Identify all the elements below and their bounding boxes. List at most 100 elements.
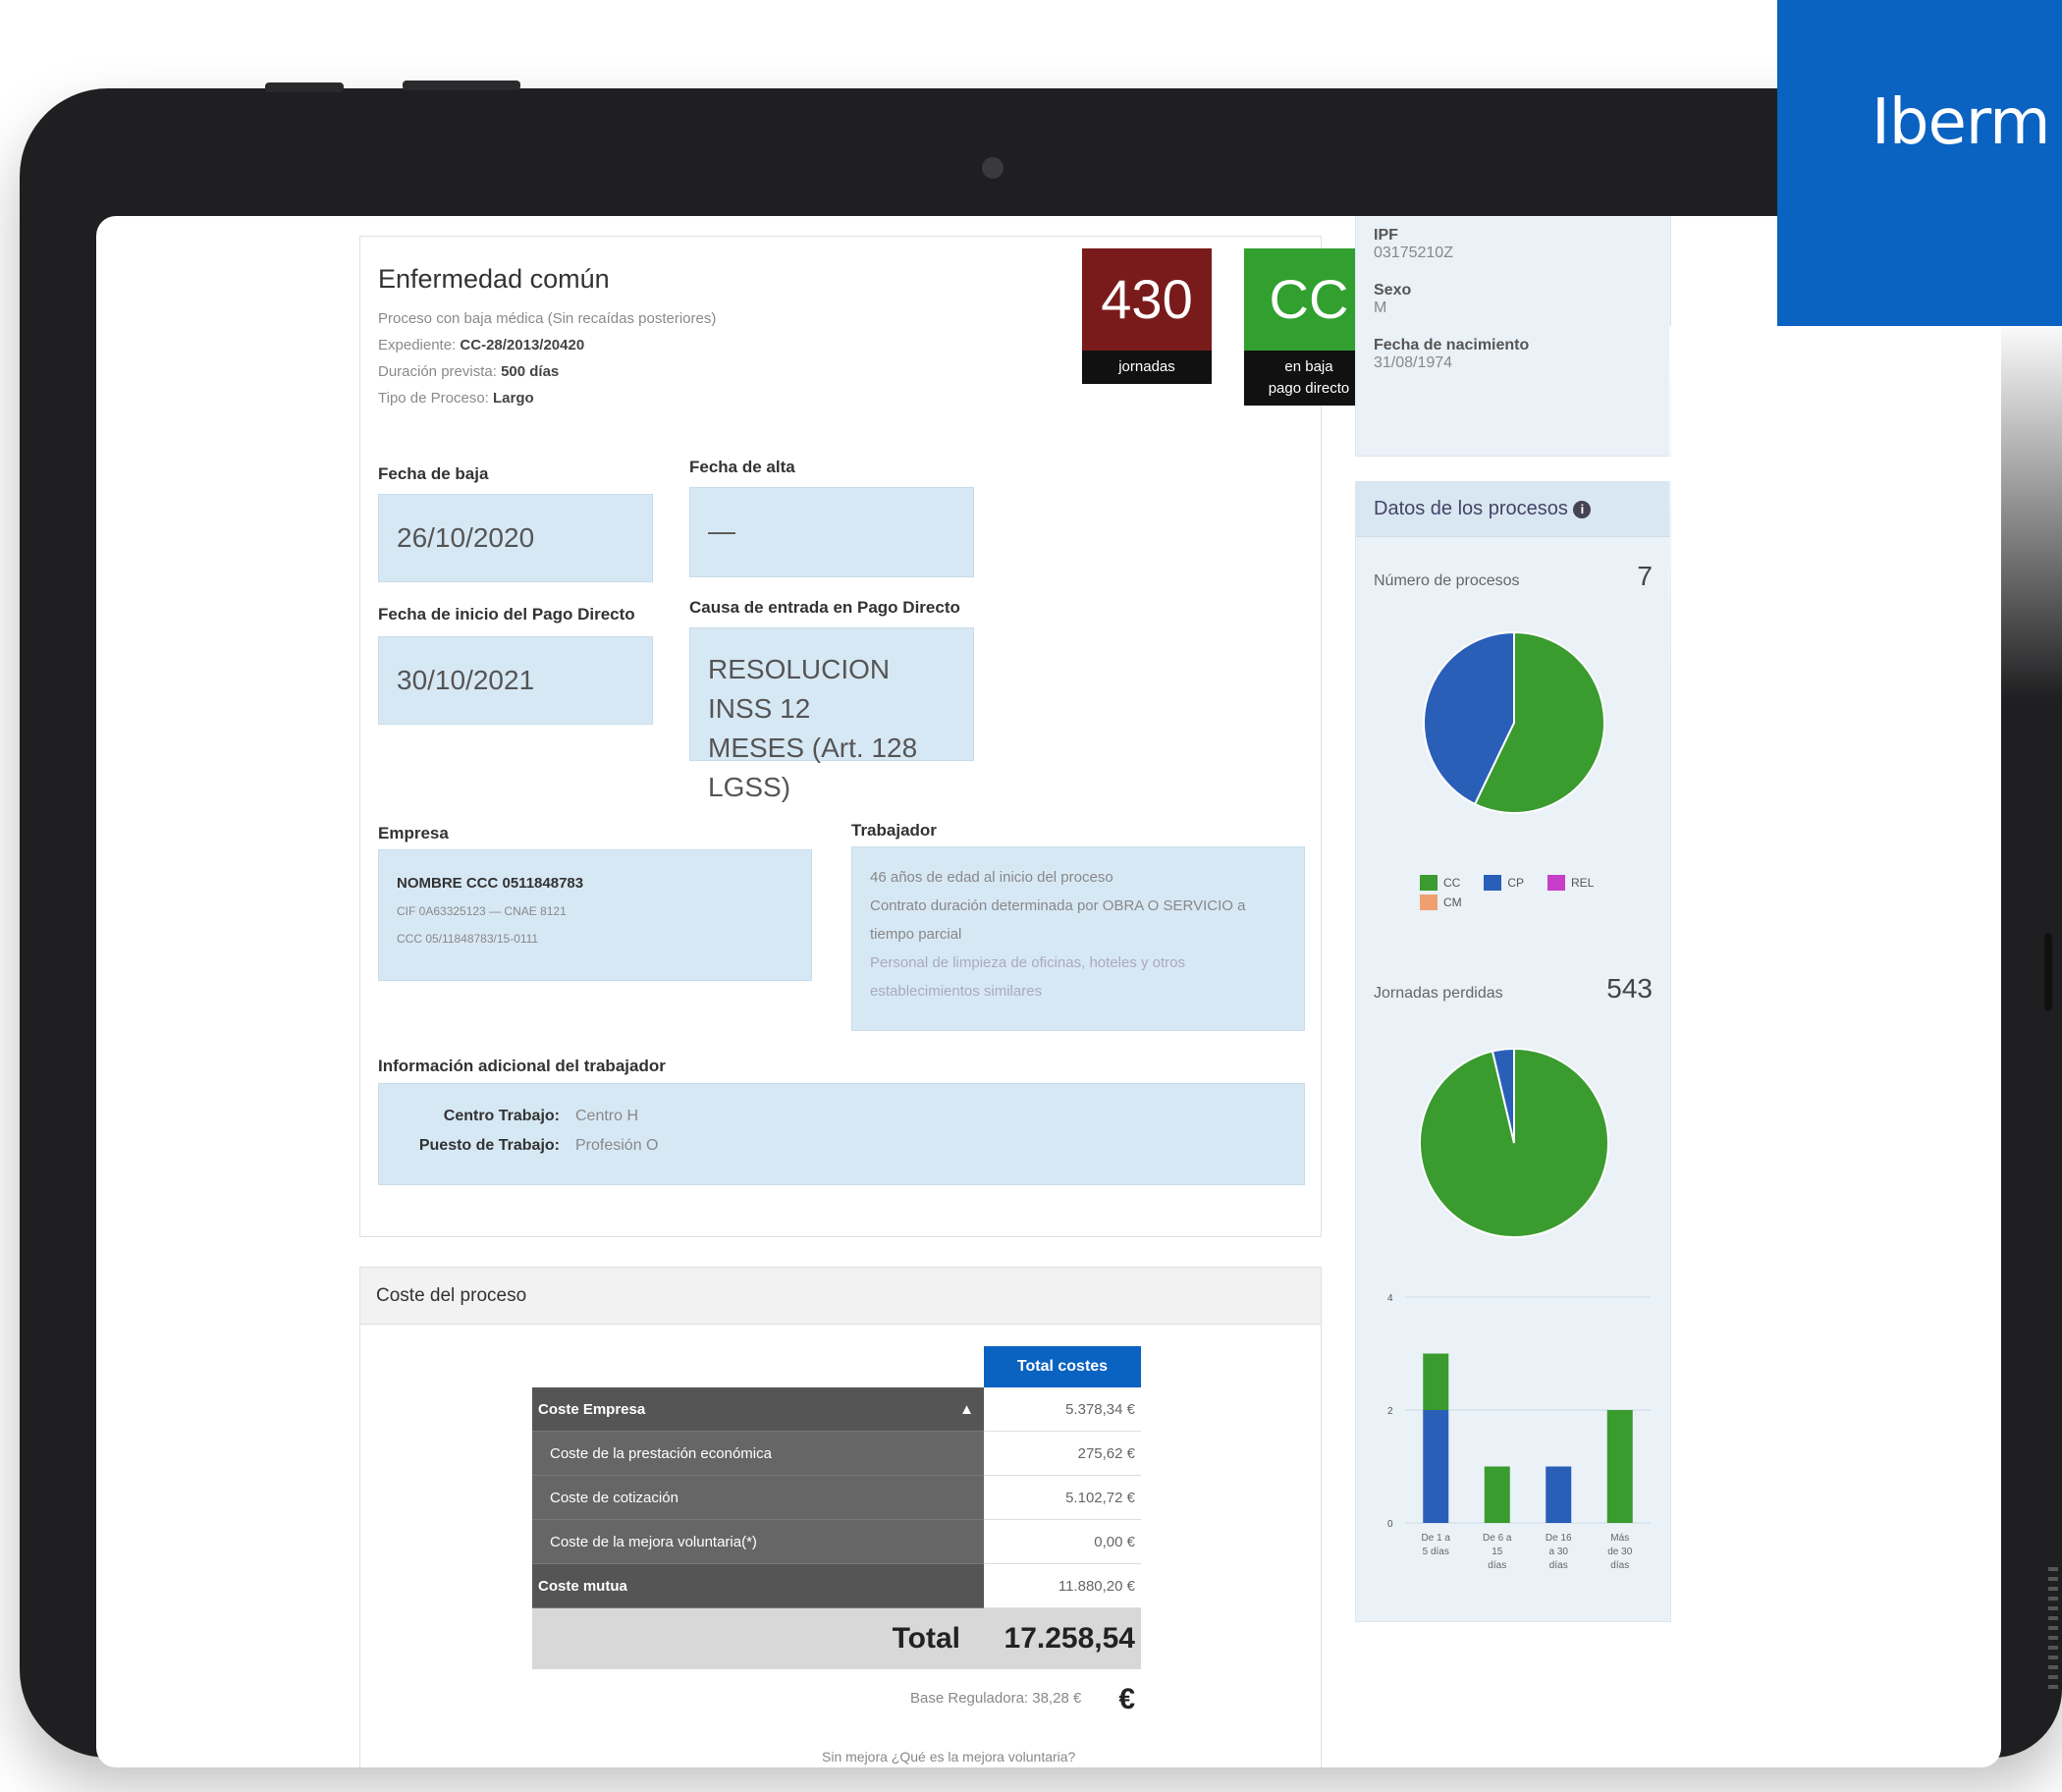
cost-value-cotizacion: 5.102,72 € — [984, 1476, 1141, 1520]
brand-logo: Iberm — [1777, 0, 2062, 326]
x-tick-label: 5 días — [1423, 1547, 1449, 1557]
process-subtitle: Proceso con baja médica (Sin recaídas po… — [378, 310, 717, 327]
num-procesos-label: Número de procesos — [1374, 572, 1520, 589]
mejora-link[interactable]: Sin mejora ¿Qué es la mejora voluntaria? — [822, 1749, 1075, 1765]
cost-label-cotizacion: Coste de cotización — [532, 1476, 984, 1520]
volume-button — [265, 82, 344, 92]
tipo-row: Tipo de Proceso: Largo — [378, 385, 716, 411]
cost-card: Coste del proceso Total costes Coste Emp… — [359, 1267, 1322, 1767]
fecha-pago-field: 30/10/2021 — [378, 636, 653, 725]
duracion-label: Duración prevista: — [378, 363, 497, 380]
legend-label: CP — [1507, 876, 1525, 890]
tipo-value: Largo — [493, 390, 534, 407]
x-tick-label: 15 — [1492, 1547, 1503, 1557]
cost-label-prestacion: Coste de la prestación económica — [532, 1432, 984, 1476]
cost-value-prestacion: 275,62 € — [984, 1432, 1141, 1476]
trabajador-line-4: Personal de limpieza de oficinas, hotele… — [870, 954, 1186, 971]
causa-label: Causa de entrada en Pago Directo — [689, 598, 960, 617]
collapse-chevron-icon[interactable]: ▲ — [959, 1387, 974, 1431]
expediente-label: Expediente: — [378, 337, 457, 353]
cost-row-empresa[interactable]: Coste Empresa ▲ 5.378,34 € — [532, 1387, 1141, 1432]
tipo-label: Tipo de Proceso: — [378, 390, 489, 407]
x-tick-label: días — [1549, 1560, 1568, 1571]
jornadas-tile: 430 jornadas — [1082, 248, 1212, 384]
fecha-baja-label: Fecha de baja — [378, 464, 489, 483]
stats-header: Datos de los procesos i — [1356, 482, 1670, 537]
process-title: Enfermedad común — [378, 264, 610, 294]
puesto-row: Puesto de Trabajo: Profesión O — [379, 1131, 1304, 1161]
trabajador-line-2: Contrato duración determinada por OBRA O… — [870, 897, 1246, 914]
y-tick-label: 4 — [1387, 1293, 1393, 1304]
legend-label: REL — [1571, 876, 1595, 890]
brand-fade — [1669, 326, 2062, 699]
cost-label-mejora: Coste de la mejora voluntaria(*) — [532, 1520, 984, 1564]
x-tick-label: días — [1610, 1560, 1629, 1571]
base-reguladora: Base Reguladora: 38,28 € — [910, 1690, 1082, 1707]
ipf-value: 03175210Z — [1374, 244, 1453, 261]
legend-item-rel[interactable]: REL — [1547, 875, 1594, 891]
legend-label: CM — [1443, 896, 1462, 909]
cost-value-mejora: 0,00 € — [984, 1520, 1141, 1564]
cost-table: Total costes Coste Empresa ▲ 5.378,34 € C… — [532, 1346, 1141, 1715]
num-procesos-row: Número de procesos 7 — [1374, 561, 1653, 592]
cost-value-mutua: 11.880,20 € — [984, 1564, 1141, 1608]
legend-swatch — [1420, 895, 1438, 910]
cost-total-value: 17.258,54 € — [1004, 1622, 1135, 1715]
bar-cc-0 — [1423, 1353, 1449, 1410]
procesos-pie-chart — [1423, 630, 1605, 814]
trabajador-label: Trabajador — [851, 821, 937, 840]
x-tick-label: De 16 — [1546, 1533, 1572, 1544]
cost-label-empresa-text: Coste Empresa — [538, 1401, 646, 1418]
bar-cc-3 — [1606, 1410, 1633, 1523]
brand-name: Iberm — [1872, 86, 2050, 159]
sexo-value: M — [1374, 299, 1387, 316]
sexo-label: Sexo — [1374, 282, 1412, 299]
cost-row-prestacion: Coste de la prestación económica 275,62 … — [532, 1432, 1141, 1476]
legend-item-cc[interactable]: CC — [1420, 875, 1460, 891]
legend-swatch — [1484, 875, 1502, 891]
process-card: Enfermedad común Proceso con baja médica… — [359, 236, 1374, 1237]
cost-label-empresa: Coste Empresa ▲ — [532, 1387, 984, 1432]
empresa-nombre: NOMBRE CCC 0511848783 — [397, 875, 584, 892]
legend-item-cp[interactable]: CP — [1484, 875, 1524, 891]
y-tick-label: 2 — [1387, 1406, 1393, 1417]
chart-legend: CC CP REL CM — [1420, 875, 1655, 914]
expediente-value: CC-28/2013/20420 — [460, 337, 585, 353]
ipf-label: IPF — [1374, 227, 1398, 244]
stats-card: Datos de los procesos i Número de proces… — [1355, 481, 1671, 1622]
empresa-cif: CIF 0A63325123 — CNAE 8121 — [397, 904, 567, 918]
nacimiento-label: Fecha de nacimiento — [1374, 337, 1530, 353]
centro-key: Centro Trabajo: — [443, 1108, 560, 1124]
jornadas-perdidas-label: Jornadas perdidas — [1374, 985, 1503, 1002]
trabajador-box: 46 años de edad al inicio del proceso Co… — [851, 846, 1305, 1031]
causa-value-2: MESES (Art. 128 LGSS) — [708, 733, 918, 802]
empresa-ccc: CCC 05/11848783/15-0111 — [397, 932, 539, 946]
empresa-box: NOMBRE CCC 0511848783 CIF 0A63325123 — C… — [378, 849, 812, 981]
x-tick-label: días — [1488, 1560, 1506, 1571]
centro-row: Centro Trabajo: Centro H — [379, 1102, 1304, 1131]
expediente-row: Expediente: CC-28/2013/20420 — [378, 332, 716, 358]
jornadas-tile-label: jornadas — [1082, 351, 1212, 384]
jornadas-tile-value: 430 — [1101, 268, 1193, 330]
jornadas-perdidas-value: 543 — [1606, 973, 1653, 1004]
cost-label-mutua: Coste mutua — [532, 1564, 984, 1608]
bar-cc-1 — [1484, 1466, 1510, 1523]
fecha-alta-field: — — [689, 487, 974, 577]
cost-total-row: Total 17.258,54 € — [532, 1608, 1141, 1715]
bar-cp-0 — [1423, 1410, 1449, 1523]
process-meta: Proceso con baja médica (Sin recaídas po… — [378, 305, 716, 411]
cost-value-empresa: 5.378,34 € — [984, 1387, 1141, 1432]
legend-item-cm[interactable]: CM — [1420, 895, 1462, 910]
jornadas-pie-chart — [1419, 1047, 1609, 1238]
x-tick-label: De 6 a — [1483, 1533, 1512, 1544]
causa-field: RESOLUCION INSS 12 MESES (Art. 128 LGSS) — [689, 627, 974, 802]
duration-bar-chart: 0 2 4 De 1 a 5 días De 6 a 15 días De 16 a 30 días… — [1387, 1293, 1651, 1571]
fecha-baja-field: 26/10/2020 — [378, 494, 653, 582]
jornadas-perdidas-row: Jornadas perdidas 543 — [1374, 973, 1653, 1005]
cost-column-header: Total costes — [984, 1346, 1141, 1387]
trabajador-line-1: 46 años de edad al inicio del proceso — [870, 869, 1113, 886]
cost-row-mutua: Coste mutua 11.880,20 € — [532, 1564, 1141, 1608]
info-icon[interactable]: i — [1573, 501, 1592, 518]
duracion-value: 500 días — [501, 363, 560, 380]
duracion-row: Duración prevista: 500 días — [378, 358, 716, 385]
